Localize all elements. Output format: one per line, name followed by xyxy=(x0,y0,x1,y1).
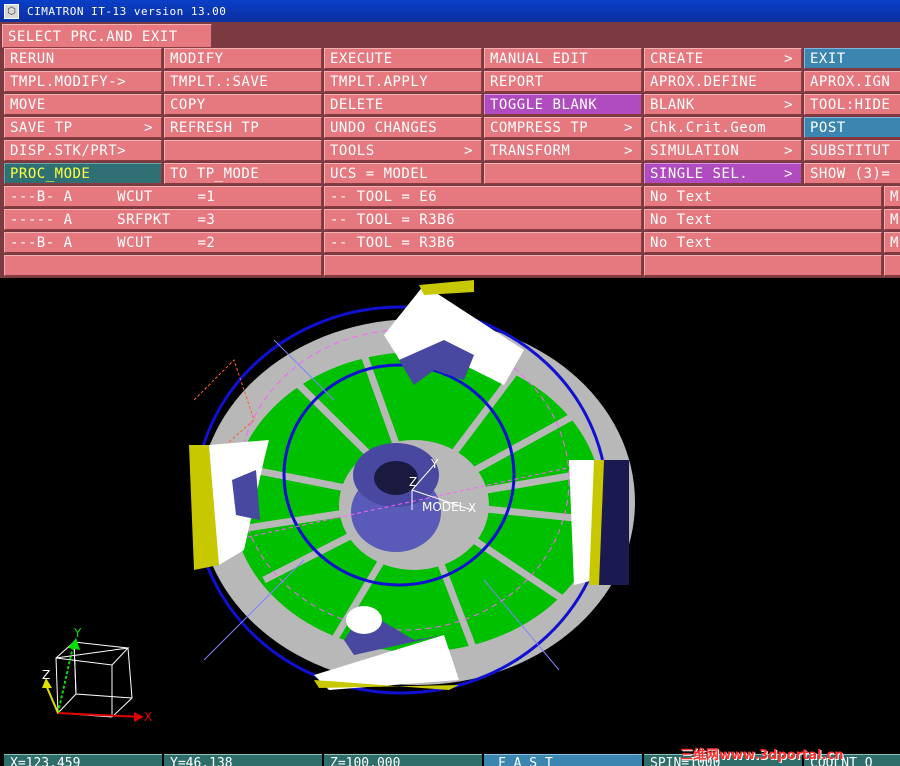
title-bar: ⬡ CIMATRON IT-13 version 13.00 xyxy=(0,0,900,22)
triad-y-label: Y xyxy=(73,626,82,640)
procedure-row-tool[interactable]: -- TOOL = R3B6 xyxy=(324,232,642,253)
procedure-row-empty[interactable] xyxy=(644,255,882,276)
substitut-button[interactable]: SUBSTITUT xyxy=(804,140,900,161)
procedure-row-name[interactable]: ---B- A WCUT =1 xyxy=(4,186,322,207)
procedure-row-extra[interactable]: M xyxy=(884,186,900,207)
exit-button[interactable]: EXIT xyxy=(804,48,900,69)
tools-label: TOOLS xyxy=(330,143,375,159)
feed-mode-toggle[interactable]: F A S T xyxy=(484,754,642,766)
disp-stk-prt-button[interactable]: DISP.STK/PRT> xyxy=(4,140,162,161)
procedure-row-extra[interactable]: M xyxy=(884,232,900,253)
single-sel-label: SINGLE SEL. xyxy=(650,166,749,182)
procedure-row-text[interactable]: No Text xyxy=(644,186,882,207)
tmplt-save-button[interactable]: TMPLT.:SAVE xyxy=(164,71,322,92)
post-button[interactable]: POST xyxy=(804,117,900,138)
model-axis-z-label: Z xyxy=(409,475,417,489)
rerun-button[interactable]: RERUN xyxy=(4,48,162,69)
procedure-row-text[interactable]: No Text xyxy=(644,232,882,253)
transform-button[interactable]: TRANSFORM > xyxy=(484,140,642,161)
graphics-viewport[interactable]: Y Z MODEL X Y X Z xyxy=(4,280,900,754)
triad-x-label: X xyxy=(144,710,152,724)
model-axis-y-label: Y xyxy=(430,457,439,471)
single-sel-button[interactable]: SINGLE SEL. > xyxy=(644,163,802,184)
undo-changes-button[interactable]: UNDO CHANGES xyxy=(324,117,482,138)
tmplt-apply-button[interactable]: TMPLT.APPLY xyxy=(324,71,482,92)
model-scene: Y Z MODEL X Y X Z xyxy=(42,280,635,724)
procedure-row-name[interactable]: ---B- A WCUT =2 xyxy=(4,232,322,253)
model-axis-x-label: X xyxy=(468,501,476,515)
empty-menu-slot[interactable] xyxy=(484,163,642,184)
simulation-label: SIMULATION xyxy=(650,143,740,159)
transform-label: TRANSFORM xyxy=(490,143,571,159)
submenu-arrow-icon: > xyxy=(784,166,793,182)
procedure-row-text[interactable]: No Text xyxy=(644,209,882,230)
menu-panel: SELECT PRC.AND EXIT RERUN MODIFY EXECUTE… xyxy=(0,22,900,278)
z-coordinate-readout: Z=100.000 xyxy=(324,754,482,766)
blank-button[interactable]: BLANK > xyxy=(644,94,802,115)
y-coordinate-readout: Y=46.138 xyxy=(164,754,322,766)
save-tp-label: SAVE TP xyxy=(10,120,73,136)
procedure-row-extra[interactable]: M xyxy=(884,209,900,230)
x-coordinate-readout: X=123.459 xyxy=(4,754,162,766)
triad-z-label: Z xyxy=(42,668,50,682)
to-tp-mode-button[interactable]: TO TP_MODE xyxy=(164,163,322,184)
submenu-arrow-icon: > xyxy=(144,120,153,136)
submenu-arrow-icon: > xyxy=(624,120,633,136)
aprox-define-button[interactable]: APROX.DEFINE xyxy=(644,71,802,92)
procedure-row-empty[interactable] xyxy=(324,255,642,276)
simulation-button[interactable]: SIMULATION > xyxy=(644,140,802,161)
submenu-arrow-icon: > xyxy=(784,51,793,67)
select-prc-and-exit-button[interactable]: SELECT PRC.AND EXIT xyxy=(2,24,212,48)
submenu-arrow-icon: > xyxy=(624,143,633,159)
manual-edit-button[interactable]: MANUAL EDIT xyxy=(484,48,642,69)
aprox-ign-button[interactable]: APROX.IGN xyxy=(804,71,900,92)
orientation-triad xyxy=(42,638,144,722)
proc-mode-button[interactable]: PROC_MODE xyxy=(4,163,162,184)
model-label: MODEL xyxy=(422,500,466,514)
refresh-tp-button[interactable]: REFRESH TP xyxy=(164,117,322,138)
blank-label: BLANK xyxy=(650,97,695,113)
procedure-row-tool[interactable]: -- TOOL = R3B6 xyxy=(324,209,642,230)
move-button[interactable]: MOVE xyxy=(4,94,162,115)
tmpl-modify-button[interactable]: TMPL.MODIFY-> xyxy=(4,71,162,92)
empty-menu-slot[interactable] xyxy=(164,140,322,161)
copy-button[interactable]: COPY xyxy=(164,94,322,115)
right-clamp xyxy=(569,460,629,585)
submenu-arrow-icon: > xyxy=(784,143,793,159)
ucs-model-button[interactable]: UCS = MODEL xyxy=(324,163,482,184)
tools-button[interactable]: TOOLS > xyxy=(324,140,482,161)
submenu-arrow-icon: > xyxy=(464,143,473,159)
delete-button[interactable]: DELETE xyxy=(324,94,482,115)
watermark-text: 三维网www.3dportal.cn xyxy=(680,748,844,763)
create-button[interactable]: CREATE > xyxy=(644,48,802,69)
tool-hide-button[interactable]: TOOL:HIDE xyxy=(804,94,900,115)
procedure-row-tool[interactable]: -- TOOL = E6 xyxy=(324,186,642,207)
procedure-row-empty[interactable] xyxy=(4,255,322,276)
compress-tp-label: COMPRESS TP xyxy=(490,120,589,136)
modify-button[interactable]: MODIFY xyxy=(164,48,322,69)
report-button[interactable]: REPORT xyxy=(484,71,642,92)
create-label: CREATE xyxy=(650,51,704,67)
procedure-row-empty[interactable] xyxy=(884,255,900,276)
submenu-arrow-icon: > xyxy=(784,97,793,113)
window-title: CIMATRON IT-13 version 13.00 xyxy=(27,4,227,18)
cimatron-app-icon[interactable]: ⬡ xyxy=(4,3,19,19)
show-button[interactable]: SHOW (3)= xyxy=(804,163,900,184)
chk-crit-geom-button[interactable]: Chk.Crit.Geom xyxy=(644,117,802,138)
toggle-blank-button[interactable]: TOGGLE BLANK xyxy=(484,94,642,115)
compress-tp-button[interactable]: COMPRESS TP > xyxy=(484,117,642,138)
save-tp-button[interactable]: SAVE TP > xyxy=(4,117,162,138)
execute-button[interactable]: EXECUTE xyxy=(324,48,482,69)
procedure-row-name[interactable]: ----- A SRFPKT =3 xyxy=(4,209,322,230)
